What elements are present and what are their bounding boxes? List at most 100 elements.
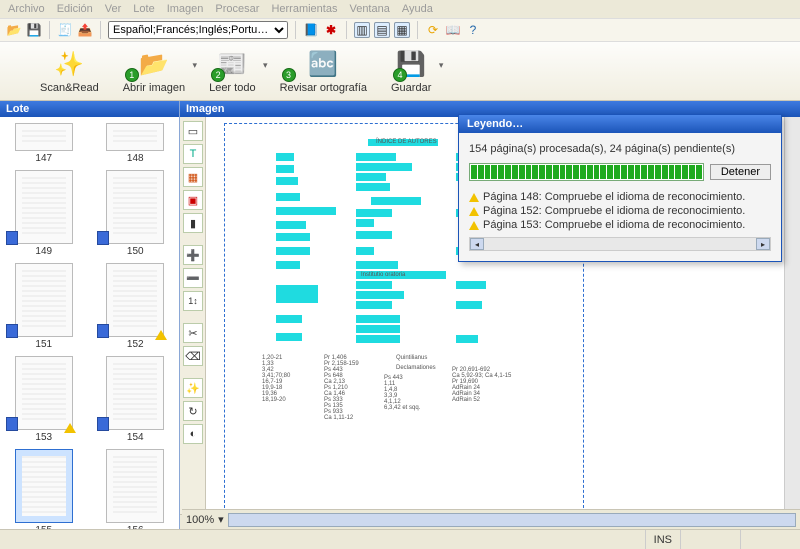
ocr-zone[interactable] — [276, 261, 300, 269]
ocr-zone[interactable] — [356, 335, 400, 343]
language-select[interactable]: Español;Francés;Inglés;Portu… — [108, 21, 288, 39]
add-part-icon[interactable]: ➕ — [183, 245, 203, 265]
save-button[interactable]: 💾 4 Guardar ▾ — [391, 48, 431, 94]
ocr-zone[interactable] — [276, 207, 336, 215]
export-icon[interactable]: 📤 — [77, 22, 93, 38]
image-zone-icon[interactable]: ▣ — [183, 190, 203, 210]
thumbnail-page[interactable] — [106, 263, 164, 337]
thumbnail-page[interactable] — [15, 356, 73, 430]
chevron-down-icon[interactable]: ▾ — [263, 60, 268, 71]
thumbnail[interactable]: 151 — [6, 263, 82, 350]
invert-icon[interactable]: ◐ — [183, 424, 203, 444]
scan-read-button[interactable]: ✨ Scan&Read — [40, 48, 99, 94]
read-all-button[interactable]: 📰 2 Leer todo ▾ — [209, 48, 255, 94]
scroll-left-icon[interactable]: ◂ — [470, 238, 484, 250]
doc-icon[interactable]: 🧾 — [57, 22, 73, 38]
thumbnail-page[interactable] — [106, 170, 164, 244]
menu-ayuda[interactable]: Ayuda — [402, 3, 433, 15]
horizontal-scrollbar[interactable]: ◂ ▸ — [469, 237, 771, 251]
thumbnail-page[interactable] — [106, 123, 164, 151]
menu-ventana[interactable]: Ventana — [349, 3, 389, 15]
menu-herramientas[interactable]: Herramientas — [271, 3, 337, 15]
thumbnail[interactable]: 152 — [98, 263, 174, 350]
dictionary-icon[interactable]: 📘 — [303, 22, 319, 38]
ocr-zone[interactable] — [276, 193, 300, 201]
thumbnail-page[interactable] — [106, 356, 164, 430]
chevron-down-icon[interactable]: ▾ — [439, 60, 444, 71]
thumbnail[interactable]: 153 — [6, 356, 82, 443]
select-tool-icon[interactable]: ▭ — [183, 121, 203, 141]
thumbnail-page[interactable] — [15, 170, 73, 244]
ocr-zone[interactable] — [276, 333, 302, 341]
thumbnail-grid[interactable]: 147 148 149150151152153154155156 — [0, 117, 179, 532]
ocr-zone[interactable] — [276, 315, 302, 323]
thumbnail[interactable]: 147 — [6, 123, 82, 164]
ocr-zone[interactable] — [276, 285, 318, 303]
save-icon[interactable]: 💾 — [26, 22, 42, 38]
vertical-scrollbar[interactable] — [784, 117, 800, 514]
refresh-icon[interactable]: ⟳ — [425, 22, 441, 38]
layout1-icon[interactable]: ▥ — [354, 22, 370, 38]
ocr-zone[interactable] — [276, 177, 298, 185]
chevron-down-icon[interactable]: ▾ — [218, 513, 224, 526]
open-image-button[interactable]: 📂 1 Abrir imagen ▾ — [123, 48, 185, 94]
wand-icon[interactable]: ✨ — [183, 378, 203, 398]
menu-edicion[interactable]: Edición — [57, 3, 93, 15]
ocr-zone[interactable] — [276, 233, 310, 241]
ocr-zone[interactable] — [276, 165, 294, 173]
ocr-zone[interactable] — [356, 325, 400, 333]
ocr-zone[interactable] — [276, 153, 294, 161]
layout3-icon[interactable]: ▦ — [394, 22, 410, 38]
scroll-right-icon[interactable]: ▸ — [756, 238, 770, 250]
menu-archivo[interactable]: Archivo — [8, 3, 45, 15]
ocr-zone[interactable] — [456, 301, 482, 309]
spellcheck-button[interactable]: 🔤 3 Revisar ortografía — [280, 48, 367, 94]
ocr-zone[interactable] — [356, 231, 392, 239]
thumbnail[interactable]: 149 — [6, 170, 82, 257]
thumbnail-page[interactable] — [15, 449, 73, 523]
ocr-zone[interactable] — [356, 261, 398, 269]
ocr-zone[interactable] — [276, 247, 310, 255]
ocr-zone[interactable] — [356, 301, 392, 309]
thumbnail[interactable]: 155 — [6, 449, 82, 532]
menu-procesar[interactable]: Procesar — [215, 3, 259, 15]
ocr-zone[interactable] — [356, 247, 374, 255]
layout2-icon[interactable]: ▤ — [374, 22, 390, 38]
ocr-zone[interactable] — [356, 183, 390, 191]
ocr-zone[interactable] — [371, 197, 421, 205]
ocr-zone[interactable] — [456, 281, 486, 289]
remove-part-icon[interactable]: ➖ — [183, 268, 203, 288]
ocr-zone[interactable] — [356, 163, 412, 171]
ocr-zone[interactable] — [356, 153, 396, 161]
ocr-zone[interactable] — [356, 219, 374, 227]
thumbnail[interactable]: 148 — [98, 123, 174, 164]
ocr-zone[interactable] — [276, 221, 306, 229]
thumbnail-page[interactable] — [106, 449, 164, 523]
horizontal-scrollbar[interactable] — [228, 513, 796, 527]
thumbnail[interactable]: 150 — [98, 170, 174, 257]
chevron-down-icon[interactable]: ▾ — [193, 60, 198, 71]
stop-button[interactable]: Detener — [710, 164, 771, 180]
ocr-zone[interactable] — [456, 335, 478, 343]
ocr-zone[interactable] — [356, 173, 386, 181]
thumbnail[interactable]: 154 — [98, 356, 174, 443]
help-icon[interactable]: ? — [465, 22, 481, 38]
open-icon[interactable]: 📂 — [6, 22, 22, 38]
text-zone-icon[interactable]: T — [183, 144, 203, 164]
thumbnail[interactable]: 156 — [98, 449, 174, 532]
menu-lote[interactable]: Lote — [133, 3, 154, 15]
crop-icon[interactable]: ✂ — [183, 323, 203, 343]
barcode-zone-icon[interactable]: ▮ — [183, 213, 203, 233]
menu-imagen[interactable]: Imagen — [167, 3, 204, 15]
thumbnail-page[interactable] — [15, 123, 73, 151]
rotate-icon[interactable]: ↻ — [183, 401, 203, 421]
table-zone-icon[interactable]: ▦ — [183, 167, 203, 187]
ocr-zone[interactable] — [356, 291, 404, 299]
ocr-zone[interactable] — [356, 315, 400, 323]
thumbnail-page[interactable] — [15, 263, 73, 337]
eraser-icon[interactable]: ⌫ — [183, 346, 203, 366]
ocr-zone[interactable] — [356, 281, 392, 289]
book-icon[interactable]: 📖 — [445, 22, 461, 38]
renumber-icon[interactable]: 1↕ — [183, 291, 203, 311]
menu-ver[interactable]: Ver — [105, 3, 122, 15]
